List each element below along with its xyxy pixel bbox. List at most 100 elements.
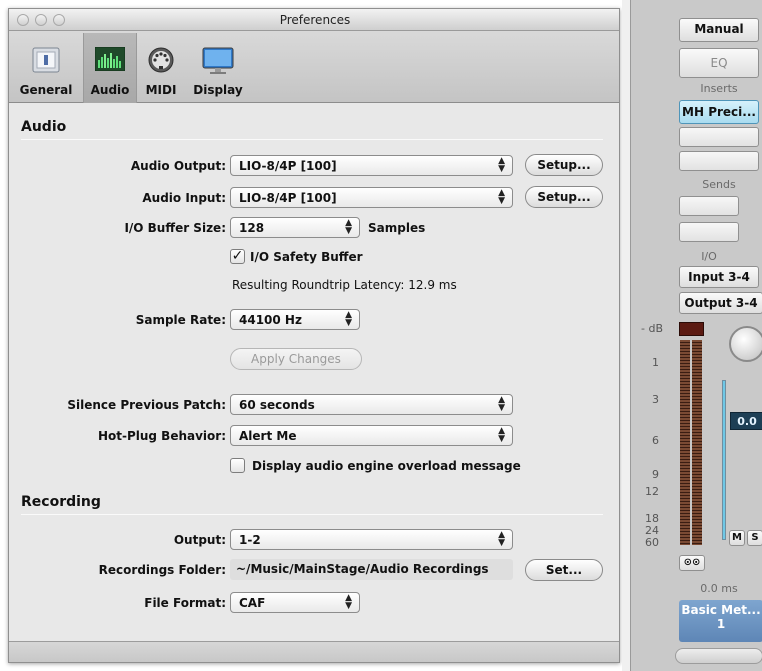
db-scale-label: - dB	[641, 322, 663, 335]
db-tick: 3	[652, 393, 659, 406]
tab-audio[interactable]: Audio	[83, 33, 137, 103]
window-gap	[622, 0, 630, 671]
roundtrip-latency-text: Resulting Roundtrip Latency: 12.9 ms	[232, 278, 457, 292]
stereo-link-button[interactable]: ⊙⊙	[679, 555, 705, 571]
window-bottom-bar	[9, 641, 619, 662]
automation-mode-button[interactable]: Manual	[679, 18, 759, 42]
updown-arrows-icon: ▲ ▼	[498, 395, 505, 413]
hot-plug-behavior-value: Alert Me	[239, 429, 297, 443]
updown-arrows-icon: ▲ ▼	[345, 310, 352, 328]
channel-name-tag[interactable]: Basic Met... 1	[679, 600, 762, 642]
audio-output-label: Audio Output:	[130, 159, 226, 173]
monitor-icon	[202, 47, 234, 74]
buffer-size-label: I/O Buffer Size:	[124, 221, 226, 235]
db-tick: 9	[652, 468, 659, 481]
audio-output-value: LIO-8/4P [100]	[239, 159, 337, 173]
tab-general[interactable]: General	[9, 33, 83, 103]
tab-audio-label: Audio	[90, 83, 130, 97]
audio-output-popup[interactable]: LIO-8/4P [100] ▲ ▼	[230, 155, 513, 176]
file-format-label: File Format:	[144, 596, 226, 610]
db-tick: 60	[645, 536, 659, 549]
recording-divider	[21, 514, 603, 515]
volume-fader-track[interactable]	[722, 380, 726, 540]
overload-message-checkbox[interactable]	[230, 458, 245, 473]
recording-output-value: 1-2	[239, 533, 261, 547]
insert-slot-2[interactable]	[679, 127, 759, 147]
recording-section-title: Recording	[21, 494, 101, 510]
silence-previous-patch-label: Silence Previous Patch:	[67, 398, 226, 412]
pan-knob[interactable]	[729, 326, 762, 362]
link-rings-icon: ⊙⊙	[683, 557, 701, 568]
updown-arrows-icon: ▲ ▼	[345, 593, 352, 611]
recording-output-popup[interactable]: 1-2 ▲ ▼	[230, 529, 513, 550]
sample-rate-label: Sample Rate:	[135, 313, 226, 327]
tab-display-label: Display	[193, 83, 243, 97]
sends-label: Sends	[702, 178, 736, 191]
preferences-window: Preferences General Audio MIDI Display A…	[8, 8, 620, 663]
fader-value-display[interactable]: 0.0	[730, 412, 762, 430]
inserts-label: Inserts	[700, 82, 738, 95]
peak-indicator[interactable]	[679, 322, 704, 336]
io-label: I/O	[701, 250, 717, 263]
mixer-channel-strip: Manual EQ Inserts MH Preci... Sends I/O …	[630, 0, 762, 671]
buffer-unit-label: Samples	[368, 221, 426, 235]
db-tick: 1	[652, 356, 659, 369]
updown-arrows-icon: ▲ ▼	[498, 530, 505, 548]
db-tick: 12	[645, 485, 659, 498]
send-slot-2[interactable]	[679, 222, 739, 242]
audio-input-setup-button[interactable]: Setup...	[525, 186, 603, 208]
switch-icon	[32, 47, 60, 73]
audio-section-title: Audio	[21, 119, 67, 135]
delay-readout: 0.0 ms	[700, 582, 738, 595]
file-format-popup[interactable]: CAF ▲ ▼	[230, 592, 360, 613]
horizontal-scrollbar[interactable]	[675, 648, 762, 664]
solo-button[interactable]: S	[747, 530, 762, 546]
sample-rate-popup[interactable]: 44100 Hz ▲ ▼	[230, 309, 360, 330]
channel-number: 1	[716, 617, 726, 631]
output-selector[interactable]: Output 3-4	[679, 292, 762, 314]
recording-output-label: Output:	[173, 533, 226, 547]
send-slot-1[interactable]	[679, 196, 739, 216]
safety-buffer-label[interactable]: I/O Safety Buffer	[250, 250, 363, 264]
silence-previous-patch-popup[interactable]: 60 seconds ▲ ▼	[230, 394, 513, 415]
insert-slot-1[interactable]: MH Preci...	[679, 100, 759, 124]
audio-output-setup-button[interactable]: Setup...	[525, 154, 603, 176]
tab-midi-label: MIDI	[145, 83, 177, 97]
tab-display[interactable]: Display	[185, 33, 251, 103]
audio-input-value: LIO-8/4P [100]	[239, 191, 337, 205]
window-title: Preferences	[279, 13, 351, 27]
tab-general-label: General	[19, 83, 73, 97]
recordings-folder-field: ~/Music/MainStage/Audio Recordings	[230, 559, 513, 580]
insert-slot-3[interactable]	[679, 151, 759, 171]
safety-buffer-checkbox[interactable]: ✓	[230, 249, 245, 264]
input-selector[interactable]: Input 3-4	[679, 266, 759, 288]
preferences-toolbar: General Audio MIDI Display	[9, 31, 619, 103]
apply-changes-button[interactable]: Apply Changes	[230, 348, 362, 370]
audio-divider	[21, 139, 603, 140]
overload-message-label[interactable]: Display audio engine overload message	[252, 459, 521, 473]
sample-rate-value: 44100 Hz	[239, 313, 302, 327]
hot-plug-behavior-popup[interactable]: Alert Me ▲ ▼	[230, 425, 513, 446]
audio-input-popup[interactable]: LIO-8/4P [100] ▲ ▼	[230, 187, 513, 208]
buffer-size-popup[interactable]: 128 ▲ ▼	[230, 217, 360, 238]
updown-arrows-icon: ▲ ▼	[498, 156, 505, 174]
recordings-folder-set-button[interactable]: Set...	[525, 559, 603, 581]
audio-meter-icon	[95, 47, 125, 71]
hot-plug-behavior-label: Hot-Plug Behavior:	[97, 429, 226, 443]
updown-arrows-icon: ▲ ▼	[498, 426, 505, 444]
midi-connector-icon	[148, 47, 174, 73]
recordings-folder-path: ~/Music/MainStage/Audio Recordings	[236, 562, 489, 576]
updown-arrows-icon: ▲ ▼	[345, 218, 352, 236]
tab-midi[interactable]: MIDI	[137, 33, 185, 103]
recordings-folder-label: Recordings Folder:	[98, 563, 226, 577]
db-tick: 6	[652, 434, 659, 447]
channel-name: Basic Met...	[681, 603, 761, 617]
silence-previous-patch-value: 60 seconds	[239, 398, 315, 412]
audio-input-label: Audio Input:	[142, 191, 226, 205]
title-bar[interactable]: Preferences	[9, 9, 619, 31]
file-format-value: CAF	[239, 596, 266, 610]
buffer-size-value: 128	[239, 221, 265, 235]
level-meter-right	[692, 340, 702, 545]
eq-button[interactable]: EQ	[679, 48, 759, 78]
mute-button[interactable]: M	[729, 530, 745, 546]
